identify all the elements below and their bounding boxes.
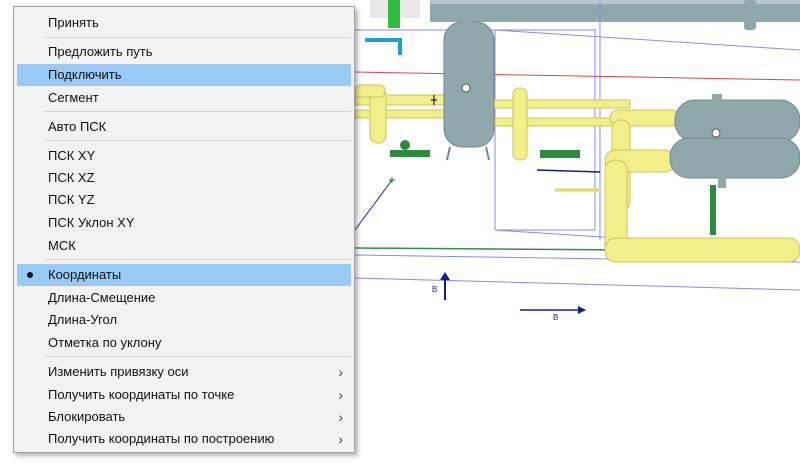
submenu-arrow-icon: ›	[338, 431, 343, 447]
submenu-arrow-icon: ›	[338, 364, 343, 380]
arrow-head-2	[578, 306, 586, 314]
menu-item-ucs-slope-xy[interactable]: ПСК Уклон XY	[17, 212, 351, 234]
menu-separator	[44, 37, 351, 38]
top-support	[744, 0, 756, 30]
red-axis-line	[354, 71, 800, 81]
menu-item-label: Координаты	[48, 267, 122, 282]
green-guide-line	[354, 247, 641, 251]
context-menu: Принять Предложить путь Подключить Сегме…	[13, 6, 355, 453]
menu-item-label: Длина-Смещение	[48, 290, 156, 305]
menu-item-elevation-by-slope[interactable]: Отметка по уклону	[17, 332, 351, 354]
menu-separator	[44, 111, 351, 112]
menu-item-label: Отметка по уклону	[48, 335, 162, 350]
menu-item-lock[interactable]: Блокировать ›	[17, 406, 351, 428]
menu-item-accept[interactable]: Принять	[17, 12, 351, 34]
menu-separator	[44, 140, 351, 141]
menu-item-segment[interactable]: Сегмент	[17, 87, 351, 109]
submenu-arrow-icon: ›	[338, 409, 343, 425]
menu-item-ucs-xz[interactable]: ПСК XZ	[17, 167, 351, 189]
vertical-vessel	[443, 14, 495, 161]
menu-item-label: Длина-Угол	[48, 312, 118, 327]
arrow-head-1	[440, 272, 450, 280]
menu-item-label: Сегмент	[48, 90, 99, 105]
menu-item-length-angle[interactable]: Длина-Угол	[17, 309, 351, 331]
menu-item-suggest-path[interactable]: Предложить путь	[17, 41, 351, 63]
menu-item-label: Принять	[48, 15, 99, 30]
menu-item-auto-ucs[interactable]: Авто ПСК	[17, 116, 351, 138]
menu-item-ucs-xy[interactable]: ПСК XY	[17, 145, 351, 167]
blue-line	[365, 38, 402, 55]
menu-item-connect[interactable]: Подключить	[17, 64, 351, 86]
menu-item-label: ПСК YZ	[48, 192, 95, 207]
menu-item-get-coords-by-point[interactable]: Получить координаты по точке ›	[17, 384, 351, 406]
menu-item-label: Блокировать	[48, 409, 126, 424]
dimension-line-1	[354, 179, 393, 231]
menu-item-label: ПСК Уклон XY	[48, 215, 135, 230]
menu-item-length-offset[interactable]: Длина-Смещение	[17, 287, 351, 309]
menu-item-label: Подключить	[48, 67, 122, 82]
menu-item-label: Авто ПСК	[48, 119, 107, 134]
submenu-arrow-icon: ›	[338, 387, 343, 403]
menu-item-wcs[interactable]: МСК	[17, 235, 351, 257]
menu-item-label: МСК	[48, 238, 76, 253]
menu-separator	[44, 259, 351, 260]
green-valve	[388, 0, 400, 28]
menu-item-label: ПСК XY	[48, 148, 96, 163]
dimension-label-b2: B	[553, 313, 558, 322]
dimension-arrow-3	[536, 169, 601, 173]
menu-item-coordinates[interactable]: Координаты	[17, 264, 351, 286]
radio-bullet-icon	[27, 272, 33, 278]
menu-item-change-axis-snap[interactable]: Изменить привязку оси ›	[17, 361, 351, 383]
horizontal-vessel-upper	[674, 94, 800, 143]
menu-item-label: Получить координаты по построению	[48, 431, 275, 446]
menu-item-ucs-yz[interactable]: ПСК YZ	[17, 189, 351, 211]
menu-item-get-coords-by-construction[interactable]: Получить координаты по построению ›	[17, 428, 351, 450]
menu-item-label: Предложить путь	[48, 44, 153, 59]
menu-item-label: Изменить привязку оси	[48, 364, 189, 379]
menu-item-label: Получить координаты по точке	[48, 387, 235, 402]
dimension-label-b1: B	[432, 285, 437, 294]
menu-separator	[44, 356, 351, 357]
menu-item-label: ПСК XZ	[48, 170, 95, 185]
horizontal-vessel-lower	[669, 137, 800, 188]
